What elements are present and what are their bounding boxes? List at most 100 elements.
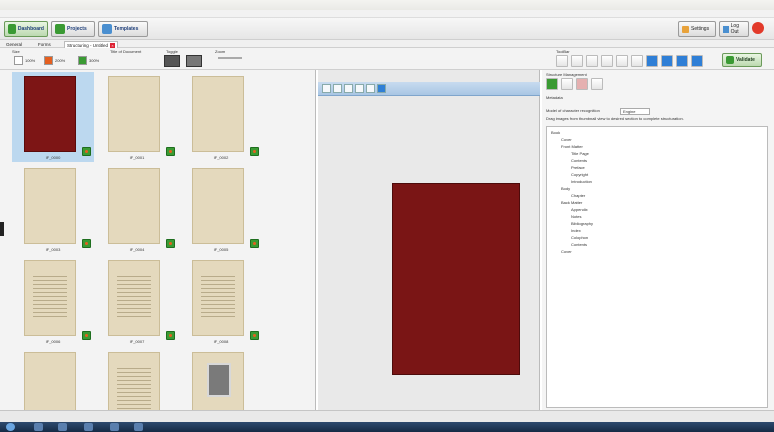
toolbar-tool-5[interactable] — [616, 55, 628, 67]
taskbar-app-1[interactable] — [34, 423, 43, 431]
tree-node[interactable]: Notes — [571, 214, 581, 219]
thumbnail-item[interactable]: IF_0007 — [96, 256, 178, 346]
arrow-left-icon[interactable] — [676, 55, 688, 67]
toggle-label: Toggle — [166, 49, 178, 54]
tab-forms[interactable]: Forms — [36, 41, 53, 48]
toolbar-label: ToolBar — [556, 49, 570, 54]
ocr-engine-select[interactable]: Engine — [620, 108, 651, 115]
toolbar-tool-2[interactable] — [571, 55, 583, 67]
viewer-toolbar — [318, 82, 540, 96]
status-flag-icon — [166, 331, 175, 340]
close-app-button[interactable] — [752, 22, 764, 36]
tab-general-label: General — [6, 42, 23, 47]
size-200-button[interactable] — [44, 56, 53, 65]
size-300-button[interactable] — [78, 56, 87, 65]
thumbnail-pane: IF_0000 IF_0001 IF_0002 IF_0003 IF_0004 IF_00… — [0, 70, 316, 428]
select-tool-icon[interactable] — [377, 84, 386, 93]
size-100-button[interactable] — [14, 56, 23, 65]
settings-button[interactable]: Settings — [678, 21, 716, 37]
status-flag-icon — [250, 147, 259, 156]
tree-node[interactable]: Chapter — [571, 193, 585, 198]
logout-label: Log Out — [730, 23, 739, 35]
tree-node[interactable]: Copyright — [571, 172, 588, 177]
toolbar-tool-6[interactable] — [631, 55, 643, 67]
status-bar — [0, 410, 774, 422]
settings-label: Settings — [691, 26, 710, 32]
settings-icon — [682, 25, 689, 33]
thumbnail-item[interactable]: IF_0001 — [96, 72, 178, 162]
document-tabs: General Forms Structuring - Untitled × — [0, 40, 774, 48]
toolbar-tool-3[interactable] — [586, 55, 598, 67]
tree-node[interactable]: Body — [561, 186, 570, 191]
tree-node[interactable]: Appendix — [571, 207, 588, 212]
tab-projects[interactable]: Projects — [51, 21, 95, 37]
toggle-single-button[interactable] — [164, 55, 180, 67]
options-bar: Size 100% 200% 300% Title of Document To… — [0, 48, 774, 70]
tree-node[interactable]: Colophon — [571, 235, 588, 240]
validate-button[interactable]: Validate — [722, 53, 762, 67]
tree-node[interactable]: Preface — [571, 165, 585, 170]
thumbnail-item[interactable]: IF_0006 — [12, 256, 94, 346]
tree-node[interactable]: Contents — [571, 158, 587, 163]
logout-button[interactable]: Log Out — [719, 21, 749, 37]
rotate-icon[interactable] — [344, 84, 353, 93]
power-icon — [752, 22, 764, 34]
status-flag-icon — [166, 147, 175, 156]
tree-node[interactable]: Index — [571, 228, 581, 233]
tree-node[interactable]: Back Matter — [561, 200, 582, 205]
page-thumbnail — [24, 260, 76, 336]
edit-section-icon[interactable] — [561, 78, 573, 90]
tab-structuring[interactable]: Structuring - Untitled × — [64, 41, 119, 48]
zoom-slider[interactable] — [218, 57, 242, 59]
taskbar-app-2[interactable] — [58, 423, 67, 431]
page-viewer — [318, 70, 540, 410]
status-flag-icon — [250, 331, 259, 340]
tree-node[interactable]: Book — [551, 130, 560, 135]
tab-dashboard[interactable]: Dashboard — [4, 21, 48, 37]
zoom-in-icon[interactable] — [322, 84, 331, 93]
thumbnail-item[interactable]: IF_0002 — [180, 72, 262, 162]
tree-node[interactable]: Title Page — [571, 151, 589, 156]
tab-templates[interactable]: Templates — [98, 21, 148, 37]
fit-width-icon[interactable] — [366, 84, 375, 93]
tree-node[interactable]: Cover — [561, 249, 572, 254]
portrait-photo — [207, 363, 231, 397]
page-thumbnail — [24, 168, 76, 244]
bezel-edge — [0, 222, 4, 236]
toolbar-tool-1[interactable] — [556, 55, 568, 67]
tree-node[interactable]: Cover — [561, 137, 572, 142]
thumbnail-item[interactable]: IF_0000 — [12, 72, 94, 162]
logout-icon — [723, 25, 729, 33]
taskbar-app-5[interactable] — [134, 423, 143, 431]
zoom-out-icon[interactable] — [333, 84, 342, 93]
page-preview-cover — [392, 183, 520, 375]
text-lines — [117, 273, 151, 317]
tree-node[interactable]: Contents — [571, 242, 587, 247]
tree-node[interactable]: Bibliography — [571, 221, 593, 226]
move-up-icon[interactable] — [646, 55, 658, 67]
tree-node[interactable]: Introduction — [571, 179, 592, 184]
thumbnail-item[interactable]: IF_0003 — [12, 164, 94, 254]
fit-page-icon[interactable] — [355, 84, 364, 93]
page-icon[interactable] — [591, 78, 603, 90]
monitor-bezel — [0, 0, 774, 10]
undo-icon[interactable] — [691, 55, 703, 67]
title-of-document-label: Title of Document — [110, 49, 142, 54]
close-tab-icon[interactable]: × — [110, 42, 116, 48]
move-down-icon[interactable] — [661, 55, 673, 67]
taskbar-app-4[interactable] — [110, 423, 119, 431]
validate-label: Validate — [736, 57, 755, 63]
thumbnail-item[interactable]: IF_0005 — [180, 164, 262, 254]
tab-general[interactable]: General — [4, 41, 24, 48]
tree-node[interactable]: Front Matter — [561, 144, 583, 149]
add-section-icon[interactable] — [546, 78, 558, 90]
structure-hint: Drag images from thumbnail view to desir… — [546, 116, 684, 121]
delete-section-icon[interactable] — [576, 78, 588, 90]
toolbar-tool-4[interactable] — [601, 55, 613, 67]
taskbar-app-3[interactable] — [84, 423, 93, 431]
start-button[interactable] — [6, 423, 15, 431]
structure-heading: Structure Management — [546, 72, 587, 77]
toggle-double-button[interactable] — [186, 55, 202, 67]
thumbnail-item[interactable]: IF_0004 — [96, 164, 178, 254]
thumbnail-item[interactable]: IF_0008 — [180, 256, 262, 346]
